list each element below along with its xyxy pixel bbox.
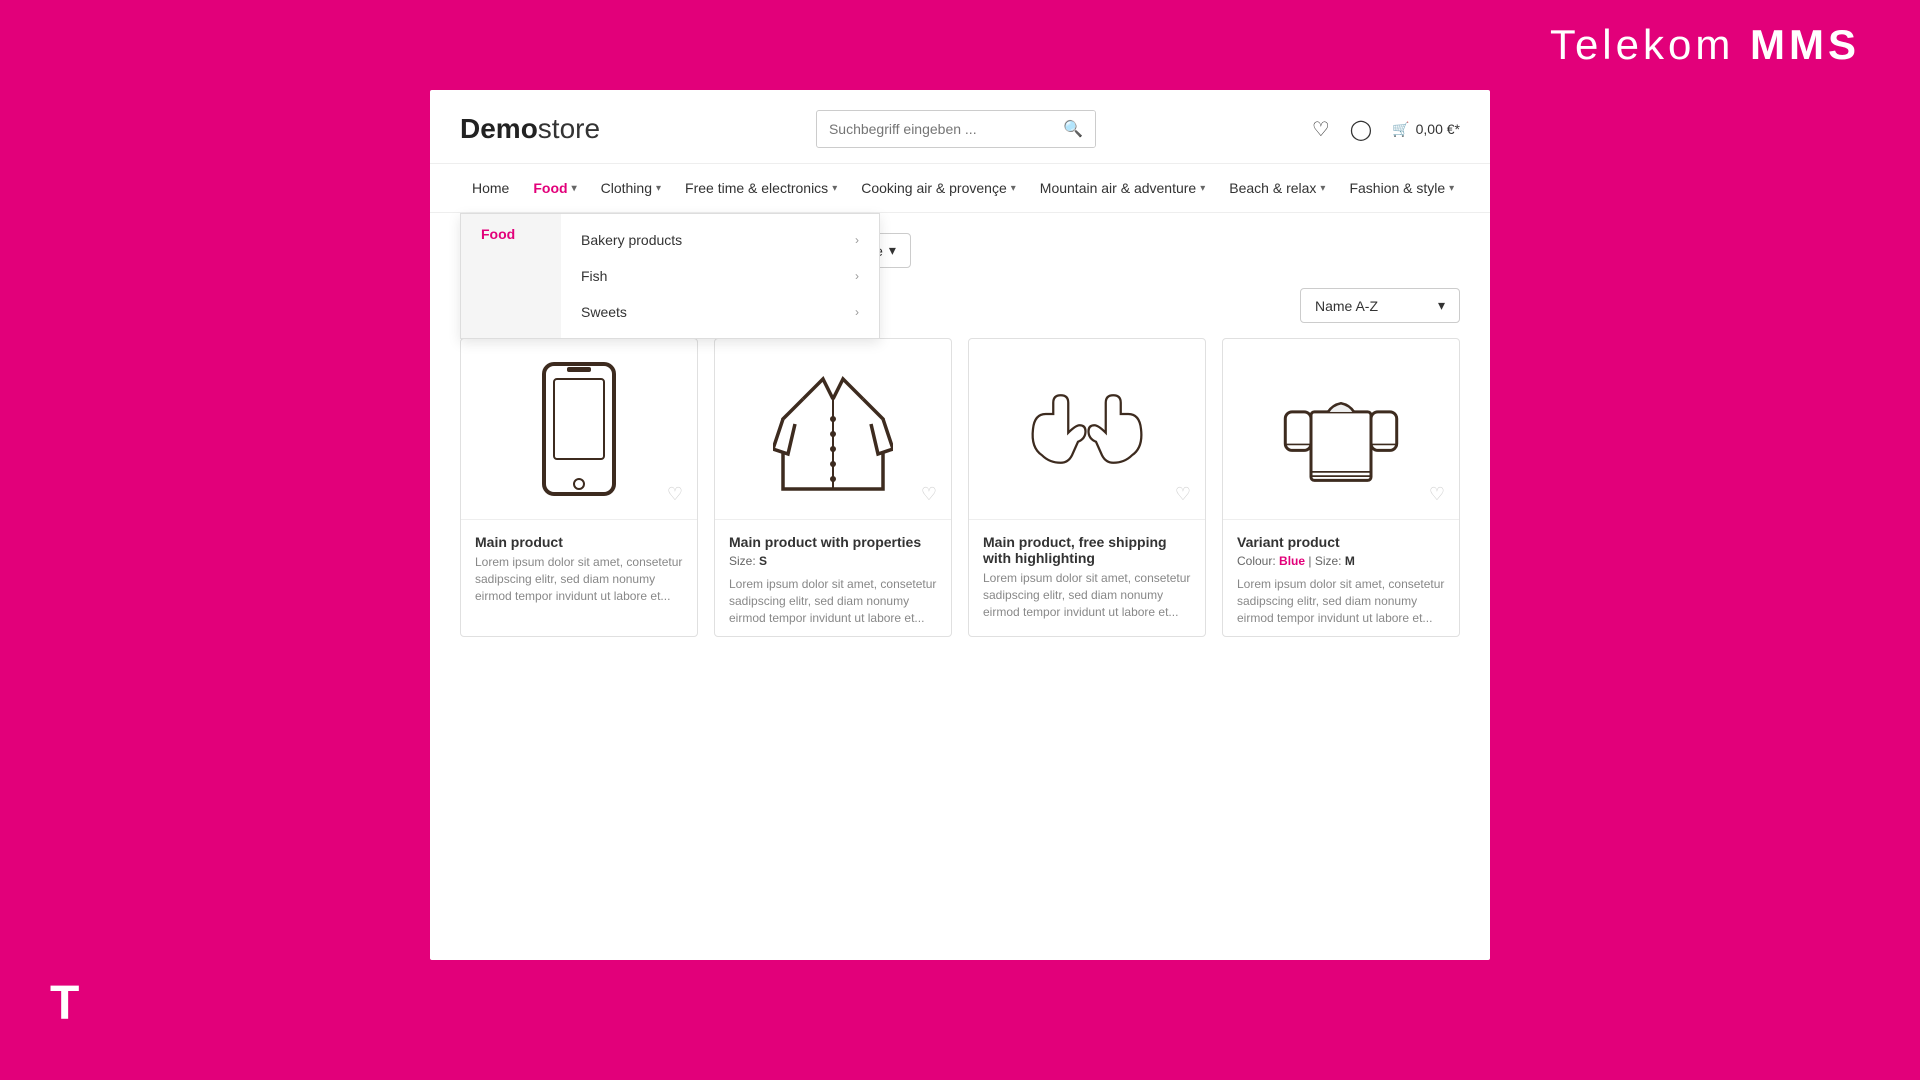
- jacket-icon: [773, 359, 893, 499]
- top-bar: Telekom MMS: [0, 0, 1920, 90]
- product-3-name: Main product, free shipping with highlig…: [983, 534, 1191, 566]
- header-icons: ♡ ◯ 🛒 0,00 €*: [1312, 117, 1460, 142]
- product-2-name: Main product with properties: [729, 534, 937, 550]
- mittens-icon: [1027, 359, 1147, 499]
- nav-item-beach[interactable]: Beach & relax ▾: [1217, 164, 1337, 212]
- product-3-wishlist-icon[interactable]: ♡: [1175, 484, 1191, 505]
- nav-bar: Home Food ▾ Clothing ▾ Free time & elect…: [430, 164, 1490, 213]
- clothing-chevron-icon: ▾: [656, 183, 661, 194]
- cooking-chevron-icon: ▾: [1011, 183, 1016, 194]
- bakery-chevron-icon: ›: [855, 233, 859, 247]
- main-navigation: Home Food ▾ Clothing ▾ Free time & elect…: [430, 164, 1490, 213]
- nav-item-clothing[interactable]: Clothing ▾: [589, 164, 673, 212]
- product-2-meta: Size: S: [729, 554, 937, 568]
- free-time-chevron-icon: ▾: [832, 183, 837, 194]
- nav-item-fashion[interactable]: Fashion & style ▾: [1337, 164, 1466, 212]
- dropdown-item-fish[interactable]: Fish ›: [561, 258, 879, 294]
- product-image-1: ♡: [461, 339, 697, 519]
- product-4-info: Variant product Colour: Blue | Size: M L…: [1223, 519, 1459, 636]
- product-card-2: ♡ Main product with properties Size: S L…: [714, 338, 952, 637]
- product-image-3: ♡: [969, 339, 1205, 519]
- product-1-wishlist-icon[interactable]: ♡: [667, 484, 683, 505]
- nav-item-food[interactable]: Food ▾: [521, 164, 588, 212]
- product-4-meta: Colour: Blue | Size: M: [1237, 554, 1445, 568]
- product-1-info: Main product Lorem ipsum dolor sit amet,…: [461, 519, 697, 614]
- product-4-wishlist-icon[interactable]: ♡: [1429, 484, 1445, 505]
- beach-chevron-icon: ▾: [1320, 183, 1325, 194]
- nav-item-mountain[interactable]: Mountain air & adventure ▾: [1028, 164, 1217, 212]
- product-2-info: Main product with properties Size: S Lor…: [715, 519, 951, 636]
- food-chevron-icon: ▾: [572, 183, 577, 194]
- store-header: Demostore 🔍 ♡ ◯ 🛒 0,00 €*: [430, 90, 1490, 164]
- sort-chevron-icon: ▾: [1438, 297, 1445, 314]
- cart-icon: 🛒: [1392, 121, 1409, 138]
- store-container: Demostore 🔍 ♡ ◯ 🛒 0,00 €* Home Food ▾ Cl…: [430, 90, 1490, 960]
- cart-button[interactable]: 🛒 0,00 €*: [1392, 121, 1460, 138]
- store-logo: Demostore: [460, 113, 600, 145]
- product-2-wishlist-icon[interactable]: ♡: [921, 484, 937, 505]
- product-image-4: ♡: [1223, 339, 1459, 519]
- telekom-t-logo: T: [50, 980, 110, 1040]
- search-button[interactable]: 🔍: [1051, 111, 1095, 147]
- fashion-chevron-icon: ▾: [1449, 183, 1454, 194]
- nav-item-home[interactable]: Home: [460, 164, 521, 212]
- food-dropdown: Food Bakery products › Fish › Sweets ›: [460, 213, 880, 339]
- dropdown-item-bakery[interactable]: Bakery products ›: [561, 222, 879, 258]
- phone-icon: [519, 359, 639, 499]
- sweets-chevron-icon: ›: [855, 305, 859, 319]
- price-chevron-icon: ▾: [889, 242, 896, 259]
- product-4-name: Variant product: [1237, 534, 1445, 550]
- product-image-2: ♡: [715, 339, 951, 519]
- dropdown-category-label: Food: [461, 214, 561, 338]
- sort-select[interactable]: Name A-Z ▾: [1300, 288, 1460, 323]
- fish-chevron-icon: ›: [855, 269, 859, 283]
- product-4-desc: Lorem ipsum dolor sit amet, consetetur s…: [1237, 576, 1445, 626]
- telekom-logo: Telekom MMS: [1550, 21, 1860, 69]
- mountain-chevron-icon: ▾: [1200, 183, 1205, 194]
- product-2-desc: Lorem ipsum dolor sit amet, consetetur s…: [729, 576, 937, 626]
- product-card-1: ♡ Main product Lorem ipsum dolor sit ame…: [460, 338, 698, 637]
- product-1-name: Main product: [475, 534, 683, 550]
- product-1-desc: Lorem ipsum dolor sit amet, consetetur s…: [475, 554, 683, 604]
- product-card-3: ♡ Main product, free shipping with highl…: [968, 338, 1206, 637]
- search-input[interactable]: [817, 113, 1051, 145]
- dropdown-items: Bakery products › Fish › Sweets ›: [561, 214, 879, 338]
- dropdown-item-sweets[interactable]: Sweets ›: [561, 294, 879, 330]
- product-3-info: Main product, free shipping with highlig…: [969, 519, 1205, 630]
- product-card-4: ♡ Variant product Colour: Blue | Size: M…: [1222, 338, 1460, 637]
- wishlist-icon[interactable]: ♡: [1312, 117, 1330, 142]
- cart-amount: 0,00 €*: [1416, 121, 1460, 137]
- nav-item-cooking[interactable]: Cooking air & provençe ▾: [849, 164, 1028, 212]
- sort-label: Name A-Z: [1315, 298, 1378, 314]
- user-icon[interactable]: ◯: [1350, 117, 1372, 142]
- nav-item-free-time[interactable]: Free time & electronics ▾: [673, 164, 849, 212]
- product-3-desc: Lorem ipsum dolor sit amet, consetetur s…: [983, 570, 1191, 620]
- search-bar: 🔍: [816, 110, 1096, 148]
- product-grid: ♡ Main product Lorem ipsum dolor sit ame…: [430, 338, 1490, 667]
- sweater-icon: [1281, 359, 1401, 499]
